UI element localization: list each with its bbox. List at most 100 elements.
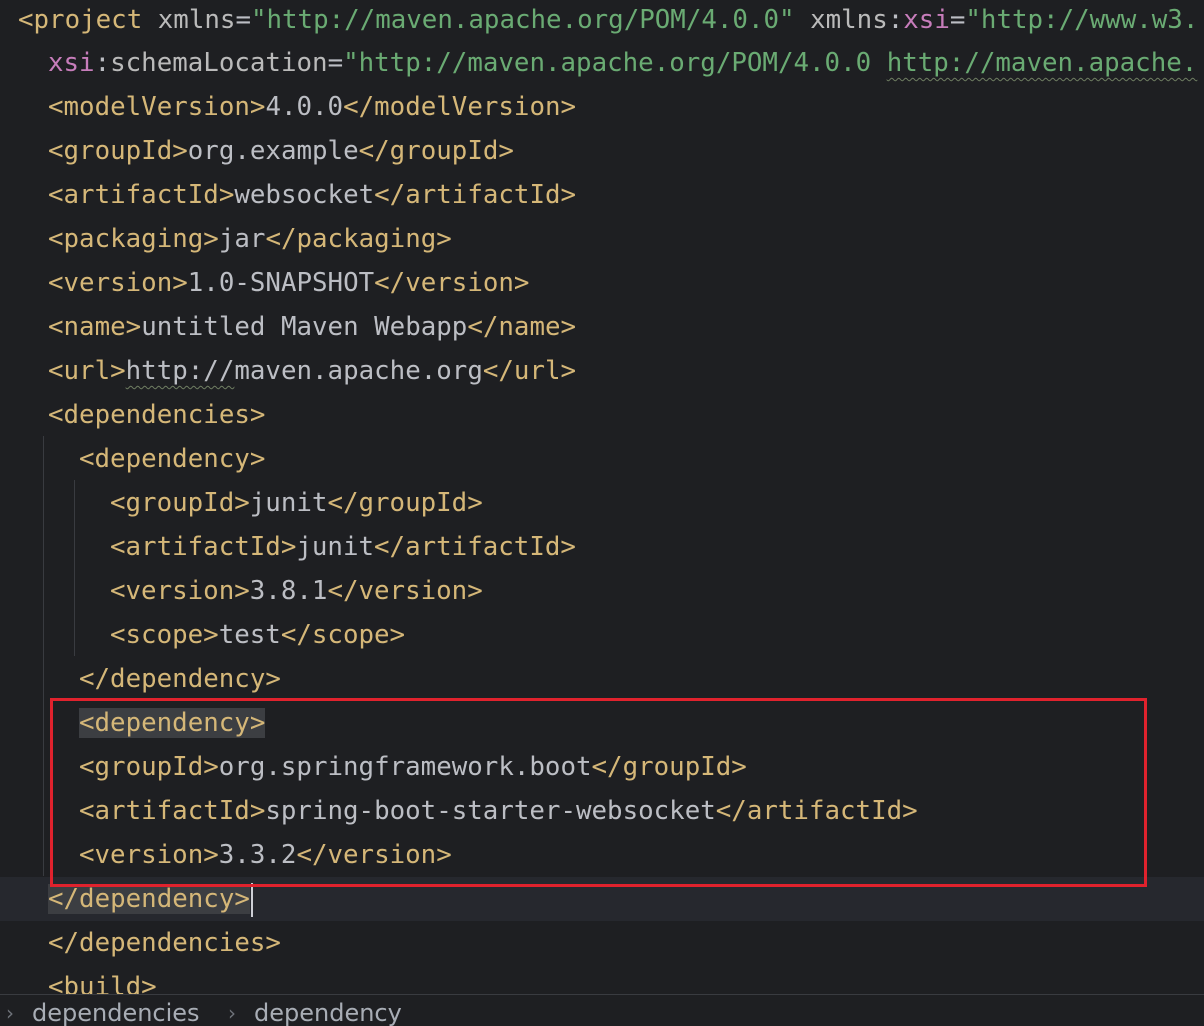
code-token: </groupId> <box>358 136 514 166</box>
code-token: http:// <box>125 356 235 386</box>
code-token: <groupId> <box>110 488 250 518</box>
code-line[interactable]: <groupId>org.example</groupId> <box>0 129 1204 173</box>
code-token: test <box>218 620 281 650</box>
code-line[interactable]: <dependency> <box>0 437 1204 481</box>
code-token: org.springframework.boot <box>218 752 592 782</box>
code-line-content: <project xmlns="http://maven.apache.org/… <box>18 0 1198 42</box>
code-token: 1.0-SNAPSHOT <box>187 268 375 298</box>
code-line[interactable]: <version>1.0-SNAPSHOT</version> <box>0 261 1204 305</box>
code-token: <version> <box>48 268 188 298</box>
code-token: = <box>327 48 344 78</box>
code-line[interactable]: <url>http://maven.apache.org</url> <box>0 349 1204 393</box>
code-token: "http://www.w3. <box>965 5 1199 35</box>
code-token: <artifactId> <box>79 796 266 826</box>
code-token: xmlns <box>810 5 888 35</box>
code-token: xsi <box>48 48 95 78</box>
code-token: <version> <box>110 576 250 606</box>
code-token: schemaLocation <box>110 48 328 78</box>
code-line[interactable]: <dependencies> <box>0 393 1204 437</box>
code-line-content: <modelVersion>4.0.0</modelVersion> <box>48 85 576 129</box>
code-line-content: <version>3.8.1</version> <box>110 569 483 613</box>
code-line[interactable]: <dependency> <box>0 701 1204 745</box>
code-token: : <box>887 5 904 35</box>
code-line-content: </dependency> <box>48 877 253 921</box>
code-token: </dependencies> <box>48 928 281 958</box>
code-token: "http://maven.apache.org/POM/4.0.0" <box>250 5 795 35</box>
code-line[interactable]: xsi:schemaLocation="http://maven.apache.… <box>0 41 1204 85</box>
code-token: junit <box>296 532 375 562</box>
code-token: 4.0.0 <box>265 92 344 122</box>
code-token: </version> <box>296 840 452 870</box>
code-token: <dependency> <box>79 444 266 474</box>
code-token: org.example <box>187 136 359 166</box>
breadcrumb-item-dependency[interactable]: dependency <box>254 999 402 1026</box>
code-line[interactable]: <scope>test</scope> <box>0 613 1204 657</box>
code-token: "http://maven.apache.org/POM/4.0.0 <box>343 48 887 78</box>
code-line-content: <dependency> <box>79 701 266 745</box>
code-token: websocket <box>234 180 375 210</box>
code-editor[interactable]: <project xmlns="http://maven.apache.org/… <box>0 0 1204 1026</box>
code-line[interactable]: <artifactId>spring-boot-starter-websocke… <box>0 789 1204 833</box>
text-cursor <box>250 882 253 917</box>
code-token: <packaging> <box>48 224 219 254</box>
code-token: </url> <box>482 356 577 386</box>
code-line[interactable]: <modelVersion>4.0.0</modelVersion> <box>0 85 1204 129</box>
code-token: </artifactId> <box>374 180 577 210</box>
code-line[interactable]: <version>3.3.2</version> <box>0 833 1204 877</box>
code-token: <artifactId> <box>110 532 297 562</box>
code-line[interactable]: <name>untitled Maven Webapp</name> <box>0 305 1204 349</box>
code-line-content: <name>untitled Maven Webapp</name> <box>48 305 576 349</box>
code-token: : <box>94 48 111 78</box>
chevron-right-icon: › <box>228 1001 236 1025</box>
code-line[interactable]: <groupId>junit</groupId> <box>0 481 1204 525</box>
code-token: spring-boot-starter-websocket <box>265 796 716 826</box>
code-token: <version> <box>79 840 219 870</box>
code-line[interactable]: </dependency> <box>0 877 1204 921</box>
code-token: </modelVersion> <box>343 92 577 122</box>
code-token: <url> <box>48 356 126 386</box>
code-line-content: <artifactId>junit</artifactId> <box>110 525 576 569</box>
code-line[interactable]: <artifactId>junit</artifactId> <box>0 525 1204 569</box>
code-line-content: xsi:schemaLocation="http://maven.apache.… <box>48 41 1197 85</box>
code-line-content: <dependencies> <box>48 393 265 437</box>
code-token: <dependencies> <box>48 400 266 430</box>
code-token: </scope> <box>280 620 406 650</box>
code-token: <dependency> <box>79 708 266 738</box>
code-line[interactable]: <project xmlns="http://maven.apache.org/… <box>0 0 1204 42</box>
code-token: <groupId> <box>79 752 219 782</box>
code-line[interactable]: </dependencies> <box>0 921 1204 965</box>
indent-guide <box>74 480 75 656</box>
code-line-content: <artifactId>websocket</artifactId> <box>48 173 576 217</box>
code-token: maven.apache.org <box>234 356 483 386</box>
code-token: <scope> <box>110 620 219 650</box>
indent-guide <box>43 436 44 876</box>
code-line-content: <scope>test</scope> <box>110 613 405 657</box>
code-token: </groupId> <box>591 752 747 782</box>
code-line-content: </dependency> <box>79 657 281 701</box>
code-token: untitled Maven Webapp <box>141 312 468 342</box>
code-line-content: <url>http://maven.apache.org</url> <box>48 349 576 393</box>
code-token: </packaging> <box>265 224 452 254</box>
breadcrumb: › dependencies › dependency <box>0 994 1204 1026</box>
code-token: </artifactId> <box>374 532 576 562</box>
chevron-right-icon: › <box>6 1001 14 1025</box>
code-line[interactable]: <packaging>jar</packaging> <box>0 217 1204 261</box>
code-token: </dependency> <box>48 884 250 914</box>
code-token: </artifactId> <box>715 796 918 826</box>
code-token: 3.8.1 <box>249 576 328 606</box>
code-line[interactable]: </dependency> <box>0 657 1204 701</box>
code-token: </version> <box>327 576 483 606</box>
code-line[interactable]: <groupId>org.springframework.boot</group… <box>0 745 1204 789</box>
code-line[interactable]: <version>3.8.1</version> <box>0 569 1204 613</box>
code-token: xsi <box>903 5 950 35</box>
code-line-content: <version>3.3.2</version> <box>79 833 452 877</box>
code-line[interactable]: <artifactId>websocket</artifactId> <box>0 173 1204 217</box>
code-token: = <box>949 5 966 35</box>
code-line-content: <artifactId>spring-boot-starter-websocke… <box>79 789 918 833</box>
breadcrumb-item-dependencies[interactable]: dependencies <box>32 999 200 1026</box>
code-line-content: <groupId>org.example</groupId> <box>48 129 514 173</box>
code-token: <artifactId> <box>48 180 235 210</box>
code-token: <name> <box>48 312 142 342</box>
code-line-content: <packaging>jar</packaging> <box>48 217 452 261</box>
code-line-content: <groupId>junit</groupId> <box>110 481 483 525</box>
